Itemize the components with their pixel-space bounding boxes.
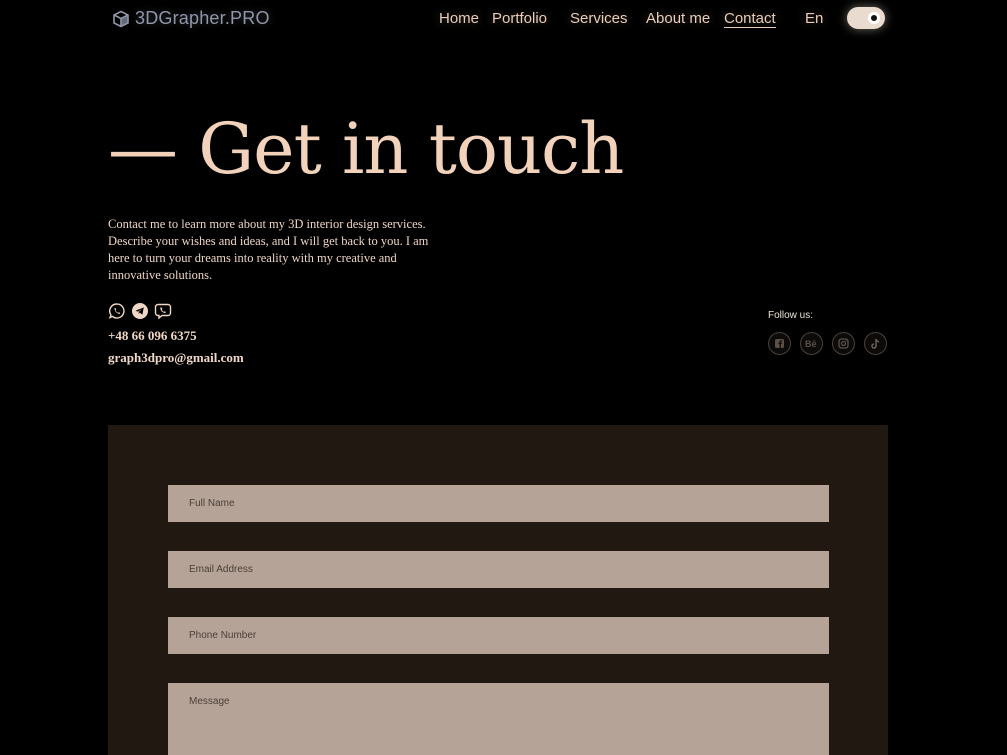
tiktok-icon[interactable]	[864, 332, 887, 355]
site-header: 3DGrapher.PRO Home Portfolio Services Ab…	[108, 0, 888, 38]
viber-icon[interactable]	[154, 302, 172, 320]
phone-number[interactable]: +48 66 096 6375	[108, 328, 197, 344]
theme-toggle[interactable]	[847, 7, 885, 29]
main-nav: Home Portfolio Services About me Contact…	[108, 10, 888, 30]
nav-services[interactable]: Services	[570, 10, 628, 27]
message-field[interactable]	[168, 683, 829, 755]
email-field[interactable]	[168, 551, 829, 588]
full-name-field[interactable]	[168, 485, 829, 522]
nav-about-me[interactable]: About me	[646, 10, 710, 27]
email-address[interactable]: graph3dpro@gmail.com	[108, 350, 244, 366]
nav-portfolio[interactable]: Portfolio	[492, 10, 547, 27]
whatsapp-icon[interactable]	[108, 302, 126, 320]
follow-us-label: Follow us:	[768, 310, 814, 321]
language-selector[interactable]: En	[805, 10, 823, 27]
behance-icon[interactable]: Bē	[800, 332, 823, 355]
page-title: — Get in touch	[108, 108, 624, 190]
facebook-icon[interactable]	[768, 332, 791, 355]
social-links: Bē	[768, 332, 887, 355]
messenger-links	[108, 302, 172, 320]
nav-contact[interactable]: Contact	[724, 10, 776, 28]
svg-text:Bē: Bē	[805, 339, 817, 349]
intro-text: Contact me to learn more about my 3D int…	[108, 217, 429, 282]
contact-form	[108, 425, 888, 755]
instagram-icon[interactable]	[832, 332, 855, 355]
telegram-icon[interactable]	[131, 302, 149, 320]
toggle-knob	[868, 12, 880, 24]
phone-field[interactable]	[168, 617, 829, 654]
nav-home[interactable]: Home	[439, 10, 479, 27]
